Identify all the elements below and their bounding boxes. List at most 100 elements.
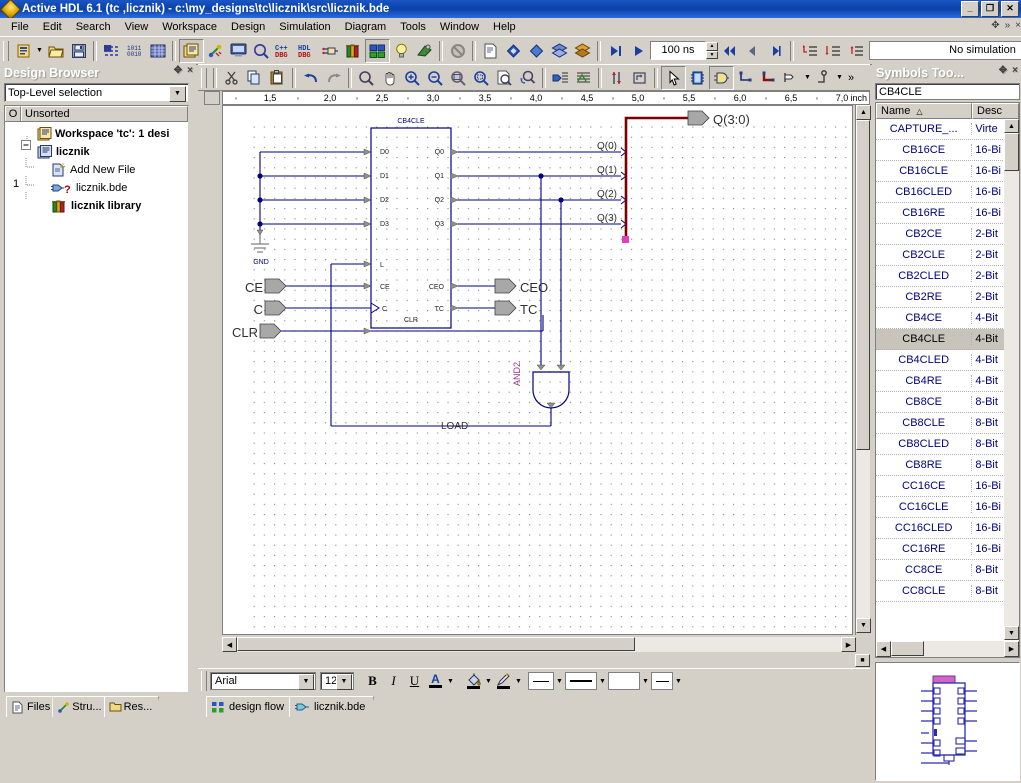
symbol-row[interactable]: CC16RE 16-Bi <box>876 539 1019 560</box>
symbol-row[interactable]: CB16CLE 16-Bi <box>876 161 1019 182</box>
menu-workspace[interactable]: Workspace <box>155 19 224 35</box>
sim-init-icon[interactable] <box>502 40 525 62</box>
text-color-chevron-icon[interactable]: ▼ <box>446 671 455 691</box>
symbol-hscroll-track[interactable] <box>891 641 1004 657</box>
simulation-time-stepper[interactable]: ▲ ▼ <box>706 42 718 59</box>
underline-button[interactable]: U <box>404 671 425 691</box>
canvas-scroll-right-button[interactable]: ▶ <box>841 637 856 652</box>
symbol-row[interactable]: CB16RE 16-Bi <box>876 203 1019 224</box>
font-name-chevron-icon[interactable]: ▼ <box>298 674 314 690</box>
chevron-down-icon[interactable]: ▼ <box>169 86 186 102</box>
symbol-row[interactable]: CB8RE 8-Bit <box>876 455 1019 476</box>
c-debug-icon[interactable]: C++ DBG <box>273 40 296 62</box>
schematic-canvas[interactable]: CB4CLE D0 D1 D2 D3 L CE C Q0 Q1 Q2 Q3 CE… <box>222 105 853 635</box>
tab-structure[interactable]: Stru... <box>52 696 108 717</box>
preferences-icon[interactable] <box>413 40 436 62</box>
library-manager-icon[interactable] <box>342 40 365 62</box>
italic-button[interactable]: I <box>383 671 404 691</box>
fill-color-chevron-icon[interactable]: ▼ <box>484 671 493 691</box>
canvas-vscroll-thumb[interactable] <box>856 120 870 450</box>
zoom-icon[interactable] <box>355 67 378 89</box>
line-style-button[interactable] <box>527 671 555 691</box>
close-button[interactable]: ✕ <box>1001 1 1019 17</box>
hint-icon[interactable] <box>390 40 413 62</box>
place-net-connector-icon[interactable] <box>812 67 835 89</box>
pan-hand-icon[interactable] <box>378 67 401 89</box>
symbol-scroll-left-button[interactable]: ◀ <box>876 641 891 657</box>
close-panel-icon[interactable]: × <box>187 65 193 76</box>
symbol-row[interactable]: CC16CE 16-Bi <box>876 476 1019 497</box>
format-toolbar-grip[interactable] <box>201 671 207 691</box>
symbol-row[interactable]: CB2RE 2-Bit <box>876 287 1019 308</box>
minimize-button[interactable]: _ <box>961 1 979 17</box>
canvas-vscrollbar[interactable]: ▲ ▼ <box>855 105 871 635</box>
symbol-col-name[interactable]: Name △ <box>876 103 972 119</box>
line-color-chevron-icon[interactable]: ▼ <box>514 671 523 691</box>
tree-col-sort[interactable]: O <box>5 106 21 121</box>
symbol-row[interactable]: CB2CLE 2-Bit <box>876 245 1019 266</box>
cut-icon[interactable] <box>220 67 243 89</box>
symbol-row[interactable]: CB8CLED 8-Bit <box>876 434 1019 455</box>
bold-button[interactable]: B <box>362 671 383 691</box>
canvas-scroll-down-button[interactable]: ▼ <box>856 618 871 633</box>
binary-icon[interactable]: 1011 0010 <box>123 40 146 62</box>
canvas-hscroll-track[interactable] <box>237 637 841 652</box>
rewind-icon[interactable] <box>718 40 741 62</box>
symbol-row[interactable]: CB8CE 8-Bit <box>876 392 1019 413</box>
open-icon[interactable] <box>44 40 67 62</box>
font-size-combo[interactable]: 12 ▼ <box>320 672 354 690</box>
text-color-button[interactable]: A <box>425 671 446 691</box>
undo-icon[interactable] <box>299 67 322 89</box>
menu-edit[interactable]: Edit <box>36 19 69 35</box>
new-workspace-icon[interactable] <box>12 40 35 62</box>
symbol-row[interactable]: CB4CLE 4-Bit <box>876 329 1019 350</box>
tree-col-name[interactable]: Unsorted <box>21 106 188 121</box>
grid-icon[interactable] <box>146 40 169 62</box>
symbol-row[interactable]: CB4CE 4-Bit <box>876 308 1019 329</box>
connector-dropdown-icon[interactable]: ▼ <box>835 68 844 88</box>
menu-simulation[interactable]: Simulation <box>272 19 337 35</box>
menu-diagram[interactable]: Diagram <box>338 19 394 35</box>
symbol-row[interactable]: CB4CLED 4-Bit <box>876 350 1019 371</box>
zoom-fit-icon[interactable] <box>447 67 470 89</box>
font-size-chevron-icon[interactable]: ▼ <box>336 674 352 690</box>
tab-licznik-bde[interactable]: licznik.bde <box>289 696 374 717</box>
symbol-scroll-up-button[interactable]: ▲ <box>1004 119 1019 133</box>
symbol-scroll-down-button[interactable]: ▼ <box>1004 626 1019 640</box>
fill-style-button[interactable] <box>607 671 641 691</box>
line-width-chevron-icon[interactable]: ▼ <box>598 671 607 691</box>
new-dropdown-icon[interactable]: ▼ <box>35 41 44 61</box>
mdi-close-icon[interactable]: × <box>1015 20 1021 31</box>
toolbar-overflow-icon[interactable]: » <box>844 68 858 88</box>
design-browser-toggle-icon[interactable] <box>179 38 204 63</box>
step-forward-icon[interactable] <box>764 40 787 62</box>
line-style-chevron-icon[interactable]: ▼ <box>555 671 564 691</box>
menu-view[interactable]: View <box>118 19 156 35</box>
symbol-hscroll-thumb[interactable] <box>891 641 924 656</box>
restore-button[interactable]: ❐ <box>981 1 999 17</box>
symbol-search-input[interactable]: CB4CLE <box>875 83 1020 100</box>
sim-restart-icon[interactable] <box>571 40 594 62</box>
design-flow-icon[interactable] <box>204 40 227 62</box>
canvas-vscroll-track[interactable] <box>856 120 870 618</box>
trace-out-icon[interactable] <box>843 40 866 62</box>
arrow-style-button[interactable] <box>650 671 674 691</box>
select-pointer-icon[interactable] <box>661 65 686 90</box>
symbol-scroll-right-button[interactable]: ▶ <box>1004 641 1019 657</box>
symbol-row[interactable]: CC8CLE 8-Bit <box>876 581 1019 602</box>
canvas-scroll-up-button[interactable]: ▲ <box>856 105 871 120</box>
port-dropdown-icon[interactable]: ▼ <box>803 68 812 88</box>
copy-icon[interactable] <box>243 67 266 89</box>
symbol-row[interactable]: CC16CLED 16-Bi <box>876 518 1019 539</box>
symbol-vscroll-thumb[interactable] <box>1004 133 1019 171</box>
symbol-list-vscrollbar[interactable]: ▲ ▼ <box>1004 119 1019 640</box>
mdi-more-icon[interactable]: » <box>1005 20 1011 31</box>
draw-bus-icon[interactable] <box>757 67 780 89</box>
fill-color-button[interactable] <box>463 671 484 691</box>
place-gate-icon[interactable] <box>709 65 734 90</box>
symbol-col-desc[interactable]: Desc <box>972 103 1019 119</box>
symbol-row[interactable]: CB8CLE 8-Bit <box>876 413 1019 434</box>
paste-icon[interactable] <box>266 67 289 89</box>
fill-style-chevron-icon[interactable]: ▼ <box>641 671 650 691</box>
trace-over-icon[interactable] <box>820 40 843 62</box>
